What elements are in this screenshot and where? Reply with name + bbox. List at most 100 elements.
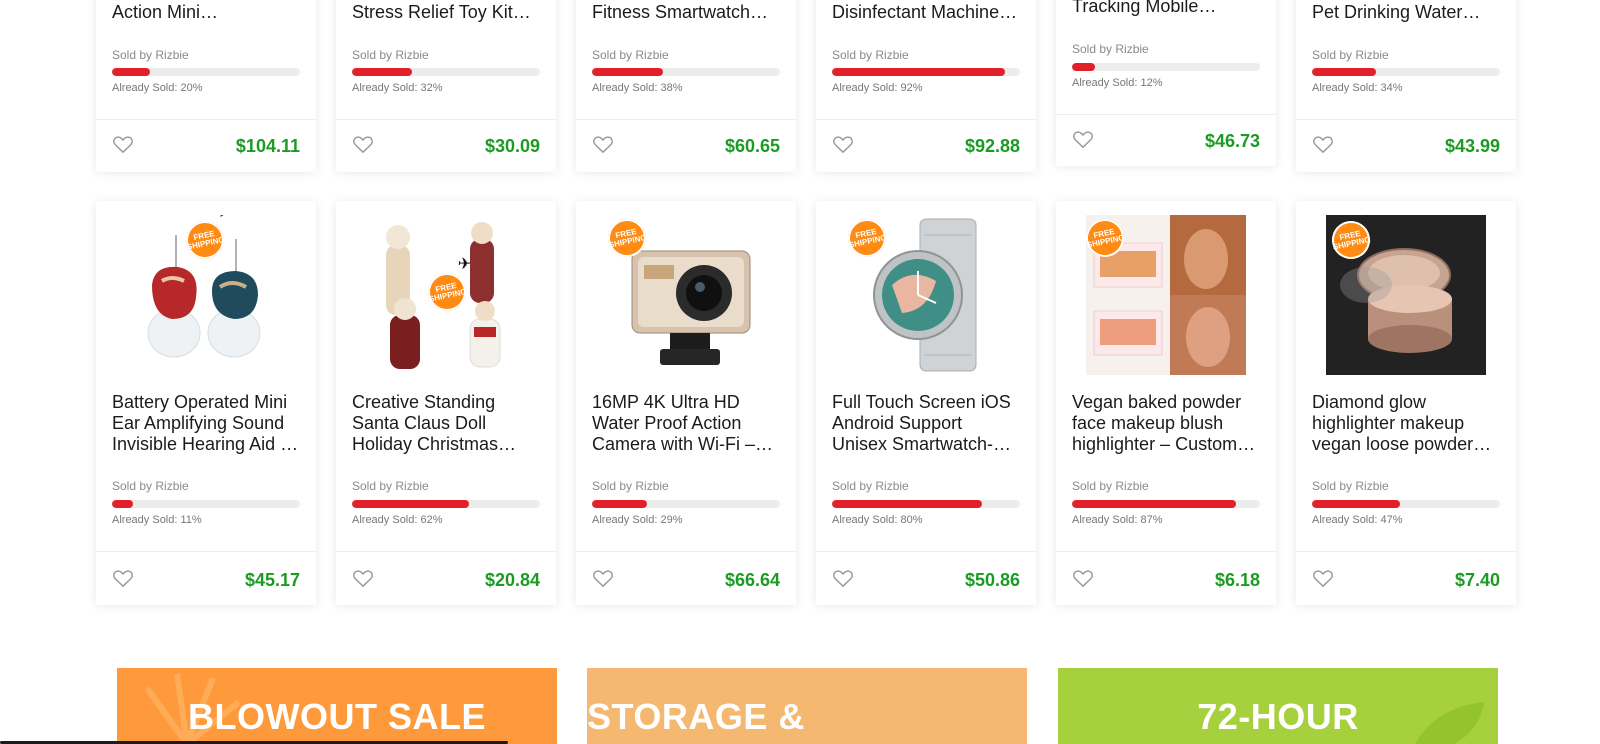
seller-label: Sold by Rizbie (592, 479, 669, 493)
product-card[interactable]: Stress Relief Toy Kit –… Sold by Rizbie … (336, 0, 556, 172)
banner-title: BLOWOUT SALE (188, 696, 486, 737)
sold-progress-bar (1072, 500, 1260, 508)
badge-text: FREE SHIPPING (1086, 226, 1126, 250)
seller-label: Sold by Rizbie (1312, 479, 1389, 493)
product-price: $43.99 (1444, 136, 1500, 156)
heart-icon[interactable] (352, 568, 374, 588)
sold-progress-fill (1312, 68, 1376, 76)
heart-icon[interactable] (112, 134, 134, 154)
badge-text: FREE SHIPPING (428, 280, 468, 304)
sold-progress-bar (1312, 68, 1500, 76)
badge-text: FREE SHIPPING (608, 226, 648, 250)
sold-progress-fill (352, 500, 469, 508)
product-card[interactable]: Fitness Smartwatch –… Sold by Rizbie Alr… (576, 0, 796, 172)
already-sold-label: Already Sold: 80% (832, 514, 923, 526)
divider (816, 119, 1036, 120)
divider (1296, 551, 1516, 552)
sold-progress-fill (832, 500, 983, 508)
seller-label: Sold by Rizbie (352, 48, 429, 62)
sold-progress-bar (592, 68, 780, 76)
airplane-icon: ✈ (215, 215, 228, 221)
product-title[interactable]: Action Mini Cameras-… (112, 2, 302, 23)
product-price: $92.88 (964, 136, 1020, 156)
already-sold-label: Already Sold: 29% (592, 514, 683, 526)
product-title[interactable]: Disinfectant Machine … (832, 2, 1022, 23)
heart-icon[interactable] (1072, 568, 1094, 588)
divider (96, 119, 316, 120)
badge-text: FREE SHIPPING (1332, 228, 1372, 252)
banner-title: STORAGE & ORGANIZATION (587, 696, 868, 744)
already-sold-label: Already Sold: 34% (1312, 82, 1403, 94)
product-image-blush-palette[interactable]: FREE SHIPPING✈ (1072, 215, 1260, 375)
product-image-smartwatch[interactable]: FREE SHIPPING✈ (832, 215, 1020, 375)
sold-progress-fill (1072, 63, 1095, 71)
heart-icon[interactable] (832, 134, 854, 154)
product-card[interactable]: FREE SHIPPING✈ Full Touch Screen iOS And… (816, 201, 1036, 605)
sold-progress-bar (832, 500, 1020, 508)
product-title[interactable]: Tracking Mobile Phon… (1072, 0, 1262, 17)
sold-progress-fill (112, 68, 150, 76)
sold-progress-bar (352, 500, 540, 508)
sold-progress-bar (112, 500, 300, 508)
seller-label: Sold by Rizbie (1312, 48, 1389, 62)
product-title[interactable]: Fitness Smartwatch –… (592, 2, 782, 23)
product-image-santa-dolls[interactable]: FREE SHIPPING ✈ (352, 215, 540, 375)
already-sold-label: Already Sold: 92% (832, 82, 923, 94)
product-card[interactable]: FREE SHIPPING ✈ Creative Standing Santa C… (336, 201, 556, 605)
product-title[interactable]: 16MP 4K Ultra HD Water Proof Action Came… (592, 392, 782, 455)
product-card[interactable]: FREE SHIPPING✈ 16MP 4K Ultra HD Water Pr… (576, 201, 796, 605)
product-card[interactable]: Tracking Mobile Phon… Sold by Rizbie Alr… (1056, 0, 1276, 166)
sold-progress-fill (1072, 500, 1236, 508)
product-image-loose-powder[interactable]: FREE SHIPPING ✈ (1312, 215, 1500, 375)
divider (576, 119, 796, 120)
already-sold-label: Already Sold: 62% (352, 514, 443, 526)
product-title[interactable]: Diamond glow highlighter makeup vegan lo… (1312, 392, 1502, 455)
divider (1296, 119, 1516, 120)
product-price: $46.73 (1204, 131, 1260, 151)
badge-text: FREE SHIPPING (186, 228, 226, 252)
product-image-hearing-aid[interactable]: FREE SHIPPING ✈ (112, 215, 300, 375)
product-title[interactable]: Pet Drinking Water… (1312, 2, 1502, 23)
heart-icon[interactable] (1312, 568, 1334, 588)
seller-label: Sold by Rizbie (352, 479, 429, 493)
already-sold-label: Already Sold: 12% (1072, 77, 1163, 89)
divider (96, 551, 316, 552)
heart-icon[interactable] (592, 568, 614, 588)
product-price: $60.65 (724, 136, 780, 156)
heart-icon[interactable] (1312, 134, 1334, 154)
divider (336, 119, 556, 120)
divider (816, 551, 1036, 552)
product-card[interactable]: Action Mini Cameras-… Sold by Rizbie Alr… (96, 0, 316, 172)
banner-title: 72-HOUR (1197, 696, 1359, 737)
product-title[interactable]: Battery Operated Mini Ear Amplifying Sou… (112, 392, 302, 455)
product-card[interactable]: FREE SHIPPING ✈ Battery Operated Mini Ear… (96, 201, 316, 605)
sold-progress-fill (352, 68, 413, 76)
product-price: $6.18 (1214, 570, 1260, 590)
promo-banner-blowout-sale[interactable]: BLOWOUT SALE (117, 668, 557, 744)
product-card[interactable]: FREE SHIPPING✈ Vegan baked powder face m… (1056, 201, 1276, 605)
promo-banner-storage-organization[interactable]: STORAGE & ORGANIZATION (587, 668, 1027, 744)
heart-icon[interactable] (832, 568, 854, 588)
product-price: $104.11 (235, 136, 300, 156)
heart-icon[interactable] (352, 134, 374, 154)
heart-icon[interactable] (112, 568, 134, 588)
sold-progress-bar (352, 68, 540, 76)
product-card[interactable]: Pet Drinking Water… Sold by Rizbie Alrea… (1296, 0, 1516, 172)
heart-icon[interactable] (592, 134, 614, 154)
product-title[interactable]: Full Touch Screen iOS Android Support Un… (832, 392, 1022, 455)
badge-text: FREE SHIPPING (848, 226, 888, 250)
product-title[interactable]: Creative Standing Santa Claus Doll Holid… (352, 392, 542, 455)
sold-progress-bar (112, 68, 300, 76)
product-price: $66.64 (724, 570, 780, 590)
heart-icon[interactable] (1072, 129, 1094, 149)
sold-progress-fill (112, 500, 133, 508)
seller-label: Sold by Rizbie (1072, 42, 1149, 56)
sold-progress-fill (592, 500, 647, 508)
divider (1056, 114, 1276, 115)
product-card[interactable]: FREE SHIPPING ✈ Diamond glow highlighter … (1296, 201, 1516, 605)
product-title[interactable]: Stress Relief Toy Kit –… (352, 2, 542, 23)
promo-banner-72-hour[interactable]: 72-HOUR (1058, 668, 1498, 744)
product-title[interactable]: Vegan baked powder face makeup blush hig… (1072, 392, 1262, 455)
product-image-action-camera[interactable]: FREE SHIPPING✈ (592, 215, 780, 375)
product-card[interactable]: Disinfectant Machine … Sold by Rizbie Al… (816, 0, 1036, 172)
